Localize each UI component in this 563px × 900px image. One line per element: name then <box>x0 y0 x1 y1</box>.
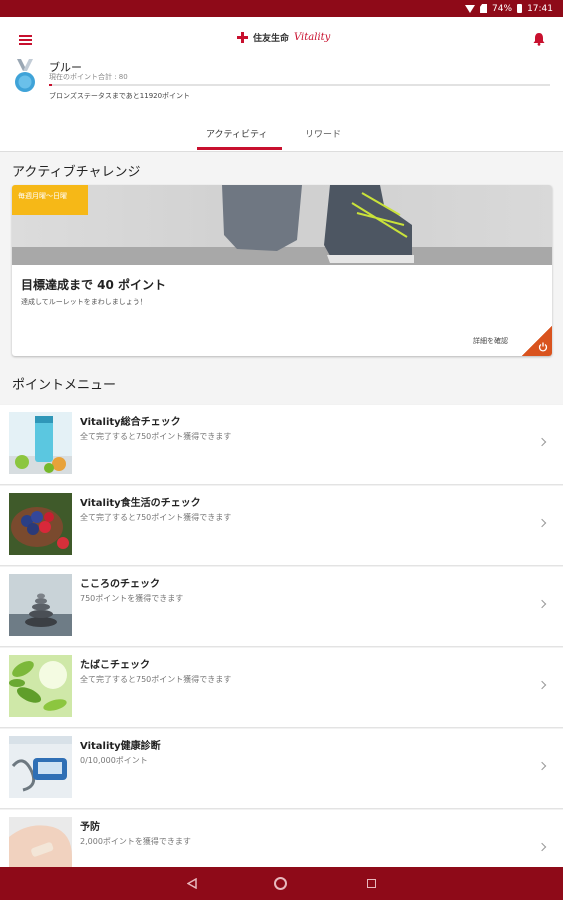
active-tab-indicator <box>197 147 282 150</box>
notification-bell-icon[interactable] <box>532 32 546 46</box>
challenge-details-link[interactable]: 詳細を確認 <box>473 336 508 346</box>
menu-item-desc: 全て完了すると750ポイント獲得できます <box>80 675 232 684</box>
chevron-right-icon <box>537 842 547 852</box>
chevron-right-icon <box>537 518 547 528</box>
menu-item-health-exam[interactable]: Vitality健康診断 0/10,000ポイント <box>0 728 563 809</box>
chevron-right-icon <box>537 761 547 771</box>
tab-reward[interactable]: リワード <box>305 127 341 140</box>
app-logo: 住友生命 Vitality <box>237 31 330 44</box>
status-progress-bar <box>49 84 550 86</box>
logo-vitality-text: Vitality <box>294 32 331 43</box>
menu-item-title: Vitality総合チェック <box>80 417 181 428</box>
challenge-period-badge: 毎週月曜〜日曜 <box>12 185 88 215</box>
logo-cross-icon <box>237 32 248 43</box>
app-bar: 住友生命 Vitality <box>0 17 563 59</box>
medal-icon <box>15 59 35 92</box>
points-total: 現在のポイント合計 : 80 <box>49 73 128 81</box>
stones-photo <box>9 574 72 636</box>
menu-item-desc: 0/10,000ポイント <box>80 756 148 765</box>
system-navigation-bar <box>0 867 563 900</box>
next-status-text: ブロンズステータスまであと11920ポイント <box>49 92 191 100</box>
active-challenge-card[interactable]: 毎週月曜〜日曜 目標達成まで 40 ポイント 達成してルーレットをまわしましょう… <box>12 185 552 356</box>
blood-pressure-photo <box>9 736 72 798</box>
menu-item-desc: 750ポイントを獲得できます <box>80 594 184 603</box>
hamburger-menu-icon[interactable] <box>19 35 32 45</box>
points-menu-list: Vitality総合チェック 全て完了すると750ポイント獲得できます Vita… <box>0 404 563 890</box>
tab-activity[interactable]: アクティビティ <box>206 127 267 140</box>
battery-icon <box>517 4 523 13</box>
menu-item-desc: 全て完了すると750ポイント獲得できます <box>80 513 232 522</box>
back-icon[interactable] <box>187 878 197 889</box>
tab-bar: アクティビティ リワード <box>0 115 563 152</box>
wifi-icon <box>465 4 476 13</box>
clock: 17:41 <box>527 3 553 14</box>
challenge-heading: 目標達成まで 40 ポイント <box>21 278 167 292</box>
menu-item-tobacco-check[interactable]: たばこチェック 全て完了すると750ポイント獲得できます <box>0 647 563 728</box>
menu-item-desc: 2,000ポイントを獲得できます <box>80 837 191 846</box>
menu-item-mind-check[interactable]: こころのチェック 750ポイントを獲得できます <box>0 566 563 647</box>
chevron-right-icon <box>537 599 547 609</box>
active-challenge-title: アクティブチャレンジ <box>12 165 141 180</box>
leaves-photo <box>9 655 72 717</box>
recent-apps-icon[interactable] <box>367 879 376 888</box>
running-shoes-image <box>12 185 552 265</box>
menu-item-desc: 全て完了すると750ポイント獲得できます <box>80 432 232 441</box>
status-progress-fill <box>49 84 53 86</box>
menu-item-title: 予防 <box>80 822 100 833</box>
menu-item-title: Vitality健康診断 <box>80 741 161 752</box>
shaker-fruit-photo <box>9 412 72 474</box>
menu-item-title: たばこチェック <box>80 660 150 671</box>
points-menu-title: ポイントメニュー <box>12 378 117 393</box>
home-icon[interactable] <box>274 877 287 890</box>
menu-item-diet-check[interactable]: Vitality食生活のチェック 全て完了すると750ポイント獲得できます <box>0 485 563 566</box>
menu-item-title: こころのチェック <box>80 579 160 590</box>
chevron-right-icon <box>537 437 547 447</box>
chevron-right-icon <box>537 680 547 690</box>
menu-item-title: Vitality食生活のチェック <box>80 498 201 509</box>
menu-item-vitality-check[interactable]: Vitality総合チェック 全て完了すると750ポイント獲得できます <box>0 404 563 485</box>
challenge-subtext: 達成してルーレットをまわしましょう！ <box>21 298 147 306</box>
logo-company-text: 住友生命 <box>253 34 290 44</box>
sim-icon <box>480 4 488 13</box>
power-icon <box>538 342 548 352</box>
status-bar: 74% 17:41 <box>0 0 563 17</box>
status-summary: ブルー 現在のポイント合計 : 80 ブロンズステータスまであと11920ポイン… <box>0 59 563 115</box>
battery-percent: 74% <box>492 3 513 14</box>
berries-photo <box>9 493 72 555</box>
